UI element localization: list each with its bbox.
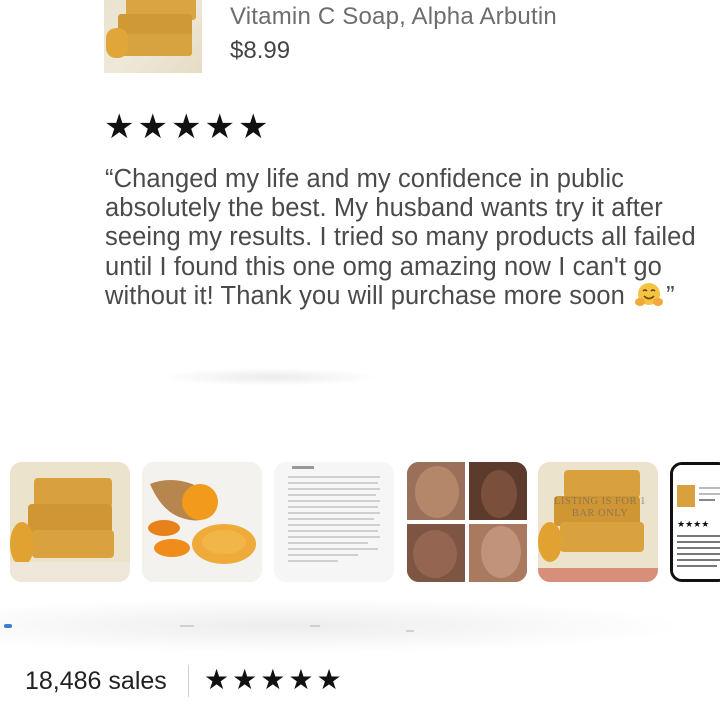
svg-text:★★★★: ★★★★ xyxy=(677,520,709,530)
gallery-thumb-soap-listing[interactable]: LISTING IS FOR 1 BAR ONLY xyxy=(538,462,658,582)
review-card-photo-icon: ★★★★ xyxy=(673,465,720,579)
listing-overlay-text: LISTING IS FOR 1 BAR ONLY xyxy=(554,496,646,519)
blurred-dash xyxy=(406,630,414,632)
skin-before-after-photo-icon xyxy=(407,462,527,582)
star-icon: ★ xyxy=(204,107,235,147)
product-thumbnail[interactable] xyxy=(104,0,202,73)
divider xyxy=(188,665,189,697)
blurred-link-mark xyxy=(4,624,12,628)
review-screenshot-photo-icon xyxy=(274,462,394,582)
gallery-thumb-review-card[interactable]: ★★★★ xyxy=(670,462,720,582)
star-icon: ★ xyxy=(232,663,258,696)
blurred-area xyxy=(160,368,380,386)
turmeric-piece-shape xyxy=(106,28,128,58)
photo-gallery[interactable]: LISTING IS FOR 1 BAR ONLY ★★★★ xyxy=(0,462,720,582)
shop-rating: ★ ★ ★ ★ ★ xyxy=(204,666,342,694)
soap-bars-listing-photo-icon xyxy=(538,462,658,582)
star-icon: ★ xyxy=(237,107,269,147)
product-price: $8.99 xyxy=(230,37,291,64)
review-rating: ★ ★ ★ ★ ★ xyxy=(104,110,268,144)
soap-bar-shape xyxy=(122,34,192,56)
shop-sales-count: 18,486 sales xyxy=(25,667,167,695)
blurred-dash xyxy=(310,625,320,627)
product-name[interactable]: Vitamin C Soap, Alpha Arbutin xyxy=(230,3,557,31)
turmeric-root-photo-icon xyxy=(142,462,262,582)
blurred-dash xyxy=(180,625,194,627)
review-body: “Changed my life and my confidence in pu… xyxy=(105,165,696,310)
star-icon: ★ xyxy=(137,107,168,147)
star-icon: ★ xyxy=(316,663,342,696)
blurred-area xyxy=(0,596,720,656)
star-icon: ★ xyxy=(260,663,286,696)
star-icon: ★ xyxy=(288,663,314,696)
review-text: “Changed my life and my confidence in pu… xyxy=(105,165,705,311)
gallery-thumb-turmeric[interactable] xyxy=(142,462,262,582)
star-icon: ★ xyxy=(170,107,202,147)
gallery-thumb-review-screenshot[interactable] xyxy=(274,462,394,582)
hugging-face-emoji-icon xyxy=(634,282,664,308)
review-closing-quote: ” xyxy=(666,281,675,310)
star-icon: ★ xyxy=(204,663,230,696)
gallery-thumb-skin-results[interactable] xyxy=(407,462,527,582)
gallery-thumb-soap[interactable] xyxy=(10,462,130,582)
soap-bars-photo-icon xyxy=(10,462,130,582)
star-icon: ★ xyxy=(104,107,135,147)
